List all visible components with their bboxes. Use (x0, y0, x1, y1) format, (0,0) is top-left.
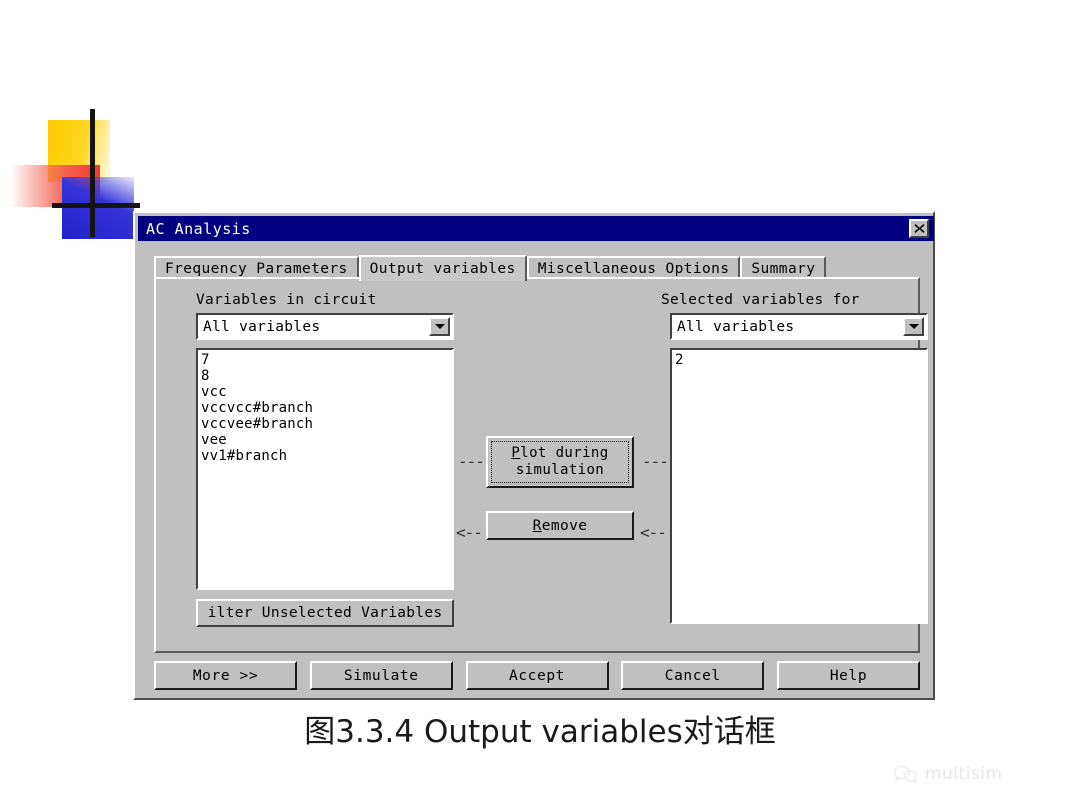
list-item[interactable]: vcc (201, 384, 452, 400)
selected-variables-combobox[interactable]: All variables (670, 313, 928, 340)
remove-accel-char: R (532, 517, 542, 534)
logo-vertical-bar (90, 109, 95, 237)
variables-in-circuit-label: Variables in circuit (196, 292, 377, 308)
tab-strip: Frequency Parameters Output variables Mi… (154, 255, 920, 281)
dialog-titlebar[interactable]: AC Analysis (138, 216, 934, 241)
chevron-down-icon[interactable] (903, 317, 924, 336)
dialog-title: AC Analysis (146, 219, 251, 238)
remove-arrow-left: <-- (456, 523, 483, 542)
logo-horizontal-bar (52, 203, 140, 208)
tab-miscellaneous-options[interactable]: Miscellaneous Options (526, 256, 741, 279)
more-button[interactable]: More >> (154, 661, 297, 690)
watermark: multisim (893, 764, 1003, 784)
plot-button-line1: Plot during (511, 445, 608, 462)
logo-blue-square (62, 177, 134, 239)
plot-during-simulation-button[interactable]: Plot during simulation (486, 436, 634, 488)
transfer-controls: --- --- <-- <-- Plot during simulation R… (454, 348, 670, 624)
chevron-down-icon[interactable] (429, 317, 450, 336)
list-item[interactable]: vv1#branch (201, 448, 452, 464)
plot-button-focus-ring: Plot during simulation (491, 441, 629, 483)
plot-arrow-right: --- (642, 452, 669, 471)
plot-arrow-left: --- (458, 452, 485, 471)
tab-summary[interactable]: Summary (740, 256, 827, 279)
remove-rest-text: emove (541, 517, 588, 534)
plot-accel-char: P (511, 445, 521, 461)
variables-in-circuit-combo-value: All variables (203, 318, 321, 335)
accept-button[interactable]: Accept (465, 661, 609, 690)
simulate-button[interactable]: Simulate (309, 661, 453, 690)
dialog-button-row: More >> Simulate Accept Cancel Help (154, 661, 920, 691)
close-button[interactable] (909, 219, 929, 238)
cancel-button[interactable]: Cancel (621, 661, 765, 690)
variables-in-circuit-combobox[interactable]: All variables (196, 313, 454, 340)
variables-in-circuit-listbox[interactable]: 7 8 vcc vccvcc#branch vccvee#branch vee … (196, 348, 454, 590)
watermark-text: multisim (925, 764, 1003, 784)
remove-arrow-right: <-- (640, 523, 667, 542)
help-button[interactable]: Help (777, 661, 920, 690)
tab-output-variables[interactable]: Output variables (358, 255, 527, 281)
filter-unselected-variables-button[interactable]: ilter Unselected Variables (196, 599, 454, 627)
list-item[interactable]: vee (201, 432, 452, 448)
tab-frequency-parameters[interactable]: Frequency Parameters (154, 256, 359, 279)
list-item[interactable]: 7 (201, 352, 452, 368)
remove-button[interactable]: Remove (486, 511, 634, 540)
figure-caption: 图3.3.4 Output variables对话框 (304, 714, 776, 750)
ac-analysis-dialog: AC Analysis Frequency Parameters Output … (133, 211, 935, 700)
list-item[interactable]: 2 (675, 352, 926, 368)
selected-variables-combo-value: All variables (677, 318, 795, 335)
close-icon (914, 224, 924, 233)
plot-rest-text: lot during (520, 445, 609, 461)
output-variables-panel: Variables in circuit Selected variables … (154, 277, 928, 653)
list-item[interactable]: vccvcc#branch (201, 400, 452, 416)
selected-variables-for-label: Selected variables for (661, 292, 860, 308)
wechat-bubble-icon (893, 765, 918, 783)
list-item[interactable]: vccvee#branch (201, 416, 452, 432)
plot-button-line2: simulation (515, 462, 605, 478)
selected-variables-listbox[interactable]: 2 (670, 348, 928, 624)
list-item[interactable]: 8 (201, 368, 452, 384)
